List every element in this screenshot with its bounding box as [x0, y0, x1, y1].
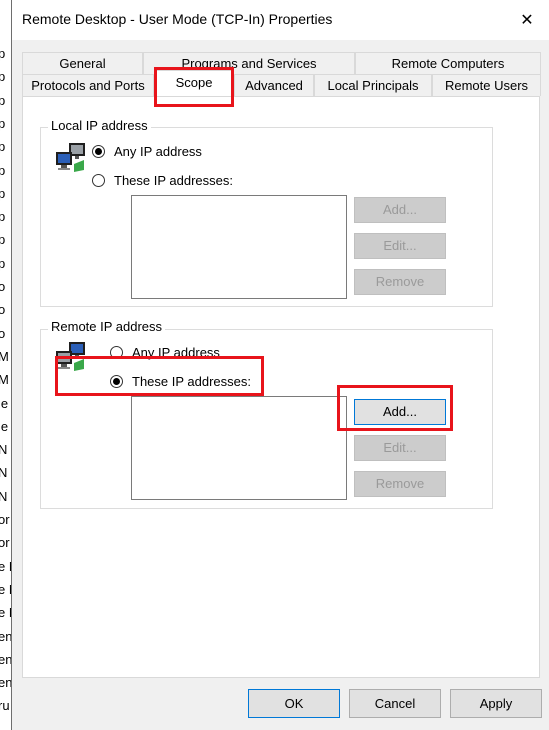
highlight-add-button	[337, 385, 453, 431]
tab-advanced[interactable]: Advanced	[234, 74, 314, 96]
radio-button[interactable]	[92, 144, 105, 158]
dialog-title: Remote Desktop - User Mode (TCP-In) Prop…	[22, 11, 333, 27]
cancel-button[interactable]: Cancel	[349, 689, 441, 718]
network-computers-icon	[56, 143, 85, 172]
tab-remote-users[interactable]: Remote Users	[432, 74, 541, 96]
local-add-button[interactable]: Add...	[354, 197, 446, 223]
ok-button[interactable]: OK	[248, 689, 340, 718]
remote-remove-button[interactable]: Remove	[354, 471, 446, 497]
tab-remote-computers[interactable]: Remote Computers	[355, 52, 541, 74]
local-ip-list[interactable]	[131, 195, 347, 299]
local-ip-group-label: Local IP address	[48, 118, 151, 133]
title-bar: Remote Desktop - User Mode (TCP-In) Prop…	[12, 0, 549, 40]
local-any-ip-radio[interactable]: Any IP address	[92, 141, 202, 161]
tab-protocols-and-ports[interactable]: Protocols and Ports	[22, 74, 154, 96]
local-any-ip-label: Any IP address	[114, 143, 202, 159]
tab-general[interactable]: General	[22, 52, 143, 74]
close-button[interactable]: ✕	[512, 6, 542, 34]
apply-button[interactable]: Apply	[450, 689, 542, 718]
close-icon: ✕	[520, 12, 534, 29]
local-remove-button[interactable]: Remove	[354, 269, 446, 295]
radio-button[interactable]	[92, 173, 105, 187]
remote-ip-group-label: Remote IP address	[48, 319, 166, 334]
highlight-scope-tab	[154, 67, 234, 107]
remote-ip-list[interactable]	[131, 396, 347, 500]
remote-edit-button[interactable]: Edit...	[354, 435, 446, 461]
local-these-ip-label: These IP addresses:	[114, 172, 233, 188]
highlight-these-ip-radio	[55, 356, 264, 396]
local-edit-button[interactable]: Edit...	[354, 233, 446, 259]
tab-local-principals[interactable]: Local Principals	[314, 74, 432, 96]
local-these-ip-radio[interactable]: These IP addresses:	[92, 170, 233, 190]
